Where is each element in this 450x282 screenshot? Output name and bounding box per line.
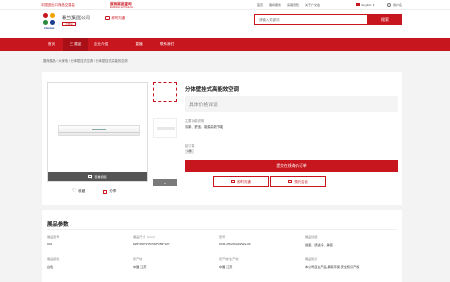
language-switcher[interactable]: English ▾ — [356, 3, 374, 7]
breadcrumb[interactable]: 展商展品 / 大家电 / 分体壁挂式空调 / 分体壁挂式高能效空调 — [43, 58, 127, 63]
book-meeting-button[interactable]: 预约洽谈 — [270, 176, 326, 187]
favorite-button[interactable]: 收藏 — [72, 188, 86, 194]
share-icon — [103, 189, 108, 194]
param-cell: 展品性能 健康、舒适冷、静音 — [305, 235, 333, 247]
chat-link[interactable]: 即时沟通 — [105, 15, 125, 20]
user-icon[interactable] — [387, 2, 391, 7]
top-nav: 首页 展商服务 来展须知 关于广交会 — [257, 3, 320, 7]
search-box — [254, 14, 368, 25]
nav-products[interactable]: 三 展品 — [63, 38, 88, 51]
expo-subtitle: Exhibitors & Products — [110, 5, 133, 9]
nav-home[interactable]: 首页 — [40, 38, 63, 51]
param-cell: 型号 KFR-25GW/AZ2Wa-03 — [219, 235, 251, 246]
param-cell: 原产地 中国·江苏 — [133, 257, 147, 269]
company-logo-text: Chunlan — [44, 27, 55, 30]
top-bar: 中国进出口商品交易会 展商展品查询 Exhibitors & Products … — [0, 0, 450, 10]
price-box: 具体价格详谈 — [185, 96, 398, 112]
view-video-button[interactable]: 查看视频 — [48, 172, 147, 181]
chat-now-label: 即时沟通 — [237, 180, 251, 184]
param-cell: 原产地/生产地 中国·江苏 — [219, 257, 239, 269]
param-cell: 展品型号 001 — [47, 235, 60, 246]
product-title: 分体壁挂式高能效空调 — [185, 87, 239, 93]
share-label: 分享 — [109, 189, 117, 193]
top-nav-item[interactable]: 展商服务 — [269, 3, 281, 7]
moq-value: 1件 — [185, 149, 194, 154]
nav-company-intro[interactable]: 企业介绍 — [88, 38, 114, 51]
param-cell: 展品尺寸（mm） 826*260*276/768*259*107 — [133, 235, 170, 246]
thumbnail-scroll-down[interactable]: ⌄ — [153, 179, 177, 186]
book-meeting-label: 预约洽谈 — [294, 180, 308, 184]
param-cell: 展品知识 本公司自主产品,拥有环保,安全知识产权 — [305, 257, 360, 269]
thumbnail-2[interactable] — [153, 118, 177, 138]
chat-icon — [105, 15, 110, 20]
share-button[interactable]: 分享 — [103, 189, 116, 194]
divider — [47, 229, 397, 230]
nav-live[interactable]: 直播 — [128, 38, 150, 51]
thumbnail-strip — [153, 82, 177, 187]
product-actions: 收藏 分享 — [72, 188, 117, 194]
moq-label: 起订量 — [185, 144, 195, 148]
product-params: 展品参数 展品型号 001 展品尺寸（mm） 826*260*276/768*259… — [42, 210, 402, 282]
calendar-icon — [288, 179, 293, 184]
params-title: 展品参数 — [47, 222, 69, 228]
company-logo-icon[interactable] — [43, 13, 56, 26]
air-conditioner-image — [58, 125, 140, 136]
top-nav-item[interactable]: 首页 — [257, 3, 263, 7]
language-label: English — [361, 2, 372, 7]
heart-icon — [72, 188, 76, 194]
company-badge: 品牌展 — [62, 22, 76, 26]
submit-inquiry-button[interactable]: 提交在线询价订单 — [185, 160, 398, 172]
favorite-label: 收藏 — [78, 189, 86, 193]
function-value: 清新、舒适、能源高效节能 — [185, 125, 224, 129]
main-nav: 首页 三 展品 企业介绍 直播 联系我们 — [0, 38, 450, 51]
product-card: 查看视频 收藏 分享 ⌄ 分体壁挂式高能效空调 具体价格详谈 主要功能说明 清新… — [42, 72, 402, 205]
chat-icon — [231, 179, 236, 184]
chat-label: 即时沟通 — [111, 16, 126, 20]
canton-fair-logo[interactable]: 中国进出口商品交易会 — [41, 2, 75, 7]
top-nav-item[interactable]: 关于广交会 — [305, 3, 320, 7]
thumbnail-1[interactable] — [153, 82, 177, 102]
search-input[interactable] — [255, 15, 367, 24]
nav-contact[interactable]: 联系我们 — [153, 38, 181, 51]
price-text: 具体价格详谈 — [189, 103, 218, 108]
function-label: 主要功能说明 — [185, 119, 205, 123]
param-cell: 展品颜色 白色 — [47, 257, 60, 269]
product-main-image[interactable]: 查看视频 — [47, 82, 148, 182]
top-nav-item[interactable]: 来展须知 — [287, 3, 299, 7]
company-header: Chunlan 春兰(集团)公司 品牌展 即时沟通 搜索 — [0, 10, 450, 38]
company-name[interactable]: 春兰(集团)公司 — [62, 15, 90, 21]
chat-now-button[interactable]: 即时沟通 — [213, 176, 269, 187]
video-label: 查看视频 — [94, 174, 107, 179]
flag-icon — [356, 3, 360, 7]
search-button[interactable]: 搜索 — [368, 14, 402, 25]
play-icon — [88, 175, 93, 179]
user-label[interactable]: 用户名 — [393, 3, 402, 7]
chevron-down-icon: ▾ — [372, 2, 375, 7]
